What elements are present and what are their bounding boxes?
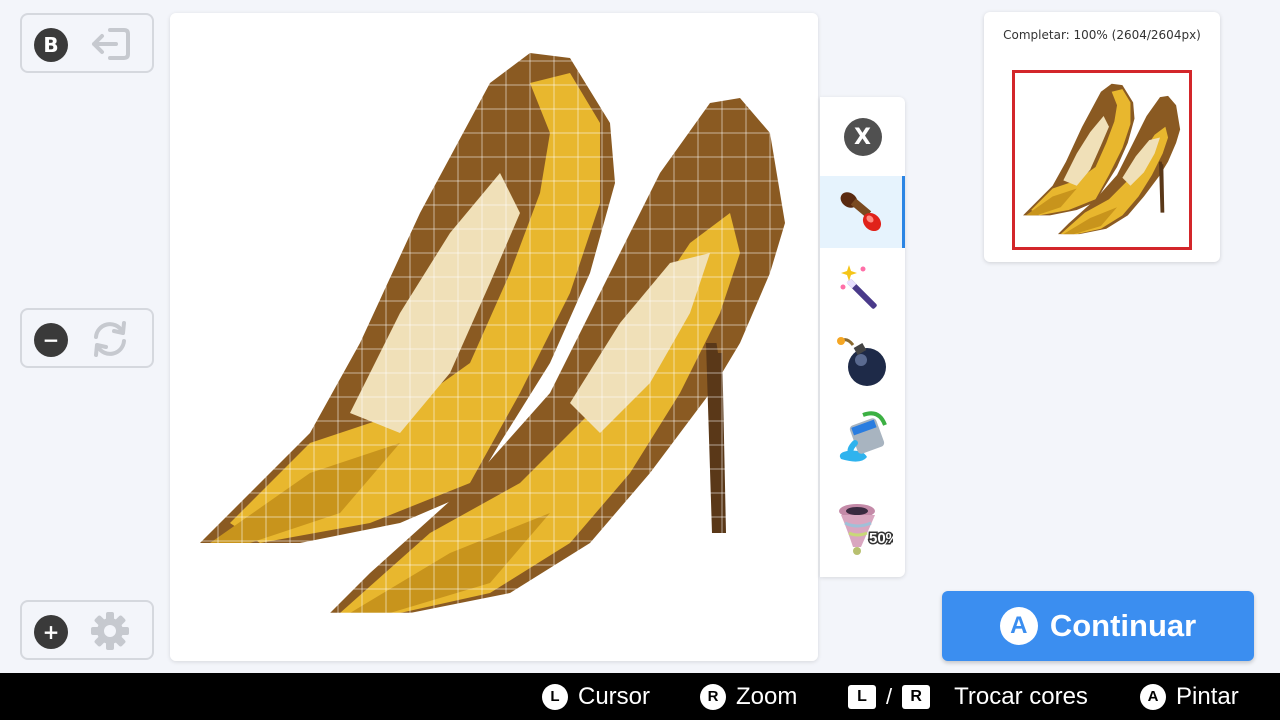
continue-button[interactable]: A Continuar (942, 591, 1254, 661)
paintbrush-icon (840, 192, 882, 232)
paint-bucket-tool[interactable] (820, 401, 905, 473)
reset-button[interactable]: − (20, 308, 154, 368)
hint-paint-label: Pintar (1176, 682, 1239, 710)
close-tools-button[interactable]: X (820, 101, 905, 173)
pixel-art-canvas[interactable] (170, 13, 818, 661)
l-button-glyph: L (848, 684, 876, 709)
back-button[interactable]: B (20, 13, 154, 73)
close-icon: X (843, 118, 882, 156)
exit-icon (92, 28, 130, 60)
preview-panel: Completar: 100% (2604/2604px) (984, 12, 1220, 262)
hint-swap-label: Trocar cores (954, 682, 1088, 710)
b-button-glyph: B (34, 28, 68, 62)
refresh-icon (94, 321, 126, 357)
hint-zoom: R Zoom (700, 673, 797, 720)
gear-icon (91, 612, 129, 650)
paint-bucket-icon (839, 411, 887, 462)
tornado-percent-badge: 50% (869, 530, 893, 547)
r-stick-glyph: R (700, 683, 726, 710)
tornado-tool[interactable]: 50% (820, 493, 905, 565)
tool-palette: X 50 (820, 97, 905, 577)
preview-thumbnail (1023, 83, 1181, 235)
r-button-glyph: R (902, 684, 931, 709)
shoe-shape (706, 343, 726, 533)
hint-swap-colors: L / R Trocar cores (848, 673, 1088, 720)
hint-zoom-label: Zoom (736, 682, 798, 710)
bomb-icon (836, 337, 886, 386)
a-button-glyph-footer: A (1140, 683, 1166, 710)
continue-label: Continuar (1049, 608, 1197, 643)
minus-button-glyph: − (34, 323, 68, 357)
slash-separator: / (886, 683, 893, 709)
l-stick-glyph: L (542, 683, 568, 710)
settings-button[interactable]: + (20, 600, 154, 660)
controls-footer: L Cursor R Zoom L / R Trocar cores A Pin… (0, 673, 1280, 720)
pixel-art-image (200, 53, 785, 613)
plus-button-glyph: + (34, 615, 68, 649)
bomb-tool[interactable] (820, 325, 905, 397)
hint-paint: A Pintar (1140, 673, 1239, 720)
a-button-glyph: A (999, 607, 1038, 645)
magic-wand-icon (840, 265, 877, 309)
hint-cursor-label: Cursor (578, 682, 651, 710)
hint-cursor: L Cursor (542, 673, 650, 720)
brush-tool[interactable] (820, 176, 905, 248)
magic-wand-tool[interactable] (820, 251, 905, 323)
completion-progress: Completar: 100% (2604/2604px) (1003, 28, 1201, 42)
preview-viewport-frame (1012, 70, 1192, 250)
tornado-icon: 50% (838, 504, 893, 555)
